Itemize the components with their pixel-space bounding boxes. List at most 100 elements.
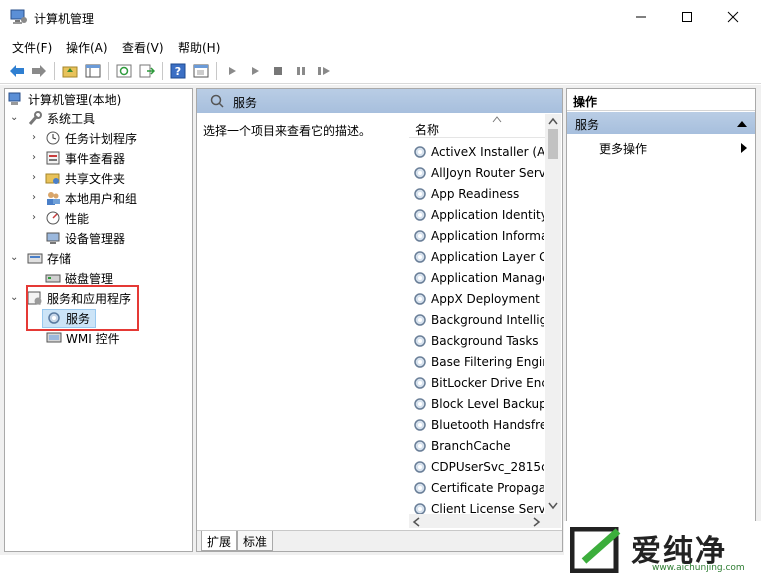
service-row[interactable]: AppX Deployment S: [412, 288, 544, 309]
more-actions[interactable]: 更多操作: [599, 140, 647, 157]
computer-management-icon: [10, 9, 27, 24]
expand-task-scheduler[interactable]: ›: [32, 132, 36, 143]
tab-extended[interactable]: 扩展: [201, 531, 238, 551]
service-name: Application Layer G: [431, 249, 544, 264]
service-gear-icon: [414, 271, 426, 284]
service-gear-icon: [414, 292, 426, 305]
service-row[interactable]: BitLocker Drive Enc: [412, 372, 544, 393]
stop-icon: [274, 67, 282, 75]
service-name: Application Identity: [431, 207, 544, 222]
forward-button[interactable]: [29, 61, 49, 81]
clock-icon: [46, 131, 60, 145]
up-folder-button[interactable]: [60, 61, 80, 81]
pause-service-button[interactable]: [291, 61, 311, 81]
tab-standard[interactable]: 标准: [237, 531, 274, 551]
services-pane: 服务 选择一个项目来查看它的描述。 名称 ActiveX Installer (…: [196, 88, 563, 552]
service-gear-icon: [414, 376, 426, 389]
service-row[interactable]: Background Intellig: [412, 309, 544, 330]
service-row[interactable]: Application Manage: [412, 267, 544, 288]
tree-storage[interactable]: 存储: [27, 249, 71, 267]
service-row[interactable]: Application Identity: [412, 204, 544, 225]
expand-event-viewer[interactable]: ›: [32, 152, 36, 163]
service-name: App Readiness: [431, 186, 520, 201]
brand-logo-icon: [570, 527, 621, 573]
gear-icon: [210, 94, 224, 108]
users-icon: [47, 192, 60, 205]
close-button[interactable]: [710, 0, 756, 34]
horizontal-scrollbar[interactable]: [409, 514, 561, 528]
show-tree-button[interactable]: [83, 61, 103, 81]
service-row[interactable]: AllJoyn Router Serv: [412, 162, 544, 183]
back-button[interactable]: [7, 61, 27, 81]
tree-root[interactable]: 计算机管理(本地): [8, 90, 121, 108]
tree-performance-label: 性能: [65, 211, 90, 226]
start-service-button[interactable]: [222, 61, 242, 81]
tree-system-tools[interactable]: 系统工具: [27, 109, 95, 127]
tree-performance[interactable]: 性能: [45, 209, 89, 227]
service-gear-icon: [414, 355, 426, 368]
service-name: Base Filtering Engin: [431, 354, 544, 369]
service-gear-icon: [414, 481, 426, 494]
help-button[interactable]: ?: [168, 61, 188, 81]
menu-help[interactable]: 帮助(H): [178, 39, 220, 56]
service-gear-icon: [414, 334, 426, 347]
stop-service-button[interactable]: [268, 61, 288, 81]
vertical-scroll-thumb[interactable]: [548, 129, 558, 159]
service-name: Certificate Propaga: [431, 480, 544, 495]
service-gear-icon: [414, 229, 426, 242]
service-name: Bluetooth Handsfre: [431, 417, 544, 432]
back-arrow-icon: [10, 65, 24, 77]
expand-system-tools[interactable]: ⌄: [10, 112, 18, 123]
properties-button[interactable]: [191, 61, 211, 81]
expand-services-apps[interactable]: ⌄: [10, 292, 18, 303]
service-name: BitLocker Drive Enc: [431, 375, 544, 390]
service-row[interactable]: Bluetooth Handsfre: [412, 414, 544, 435]
service-row[interactable]: BranchCache: [412, 435, 544, 456]
menu-file[interactable]: 文件(F): [12, 39, 52, 56]
restart-service-button[interactable]: [314, 61, 334, 81]
service-row[interactable]: ActiveX Installer (Ax: [412, 141, 544, 162]
start-service-alt-button[interactable]: [245, 61, 265, 81]
service-gear-icon: [414, 439, 426, 452]
toolbar: ?: [0, 58, 761, 84]
play-icon: [252, 67, 259, 75]
storage-icon: [27, 253, 43, 264]
maximize-icon: [682, 12, 692, 22]
service-row[interactable]: Application Layer G: [412, 246, 544, 267]
scroll-right-icon: [533, 517, 541, 527]
service-row[interactable]: CDPUserSvc_2815c: [412, 456, 544, 477]
service-row[interactable]: Background Tasks: [412, 330, 544, 351]
service-row[interactable]: Application Informa: [412, 225, 544, 246]
scroll-up-icon: [548, 117, 558, 125]
tree-device-manager[interactable]: 设备管理器: [45, 229, 125, 247]
wmi-icon: [46, 332, 62, 343]
tree-wmi[interactable]: WMI 控件: [46, 329, 120, 347]
export-list-button[interactable]: [137, 61, 157, 81]
expand-performance[interactable]: ›: [32, 212, 36, 223]
vertical-scrollbar[interactable]: [545, 114, 561, 514]
service-row[interactable]: Certificate Propaga: [412, 477, 544, 498]
tree-task-scheduler[interactable]: 任务计划程序: [45, 129, 137, 147]
tree-shared-folders[interactable]: 共享文件夹: [45, 169, 125, 187]
service-row[interactable]: Base Filtering Engin: [412, 351, 544, 372]
expand-local-users[interactable]: ›: [32, 192, 36, 203]
service-gear-icon: [414, 250, 426, 263]
service-name: ActiveX Installer (Ax: [431, 144, 544, 159]
tree-local-users[interactable]: 本地用户和组: [45, 189, 137, 207]
expand-storage[interactable]: ⌄: [10, 252, 18, 263]
service-row[interactable]: App Readiness: [412, 183, 544, 204]
column-header-name[interactable]: 名称: [409, 114, 545, 138]
service-row[interactable]: Block Level Backup: [412, 393, 544, 414]
refresh-button[interactable]: [114, 61, 134, 81]
menu-view[interactable]: 查看(V): [122, 39, 164, 56]
expand-shared-folders[interactable]: ›: [32, 172, 36, 183]
tree-event-viewer[interactable]: 事件查看器: [45, 149, 125, 167]
service-gear-icon: [414, 418, 426, 431]
menu-action[interactable]: 操作(A): [66, 39, 108, 56]
tools-icon: [28, 111, 42, 125]
description-text: 选择一个项目来查看它的描述。: [203, 124, 372, 138]
help-icon: ?: [170, 63, 186, 79]
maximize-button[interactable]: [664, 0, 710, 34]
actions-section-services[interactable]: 服务: [567, 112, 755, 134]
minimize-button[interactable]: [618, 0, 664, 34]
